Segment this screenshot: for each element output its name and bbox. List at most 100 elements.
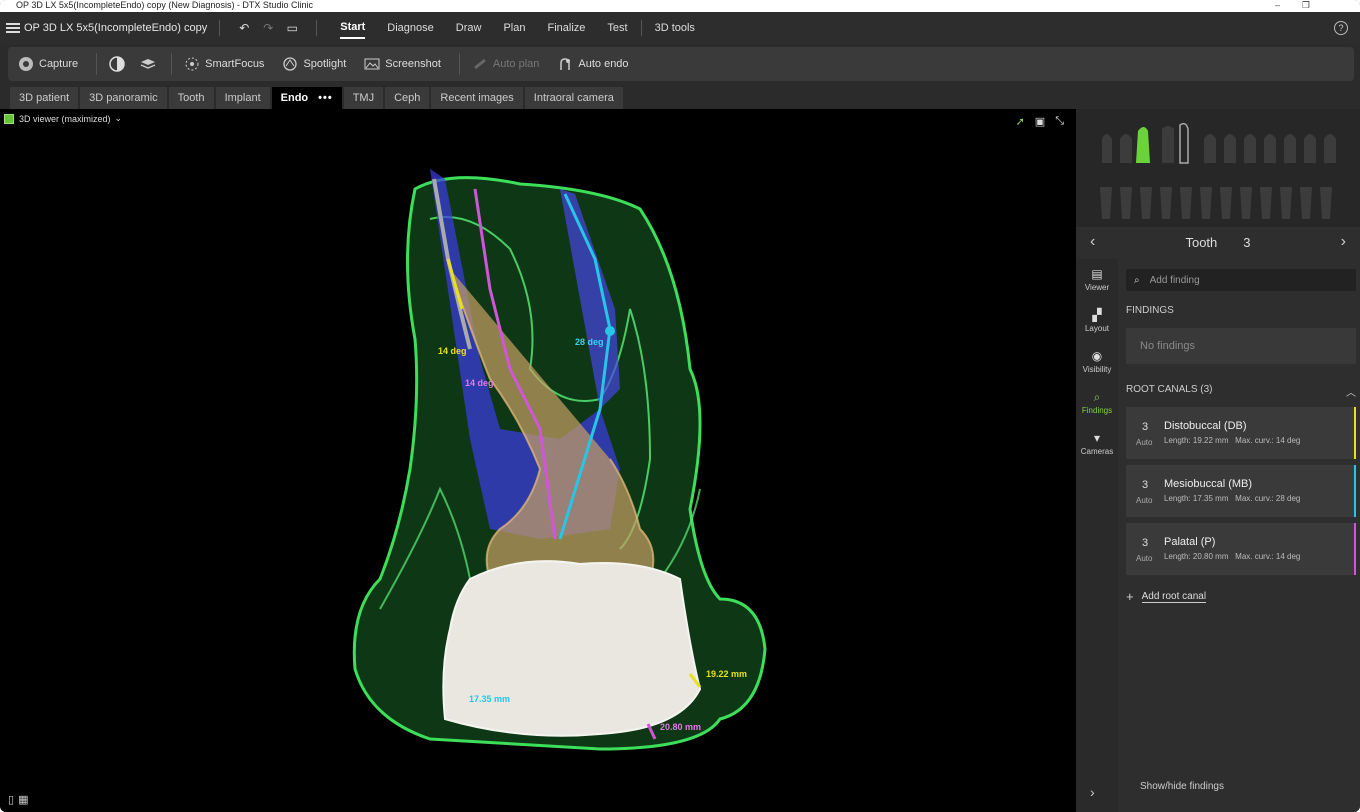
minimize-button[interactable]: – [1275,0,1280,10]
3d-viewer[interactable]: 3D viewer (maximized) ⌄ ➚ ▣ ⤡ 14 deg 14 … [0,109,1076,812]
more-icon[interactable]: ••• [318,92,333,104]
findings-content: ⌕ Add finding FINDINGS No findings ROOT … [1126,259,1356,604]
teeth-chart-graphic[interactable] [1076,109,1360,227]
side-tab-viewer-label: Viewer [1084,283,1110,292]
canal-tooth-number: 3 [1142,421,1149,433]
tab-tooth[interactable]: Tooth [168,87,214,109]
next-tooth-icon[interactable]: › [1341,233,1346,251]
cursor-icon[interactable]: ➚ [1016,115,1025,128]
document-title: OP 3D LX 5x5(IncompleteEndo) copy [24,22,208,34]
canal-tooth-number: 3 [1142,479,1149,491]
separator [96,53,98,75]
orientation-icon[interactable]: ▯ [8,794,18,806]
capture-label: Capture [39,58,79,70]
help-icon[interactable]: ? [1334,21,1348,35]
restore-view-icon[interactable]: ⤡ [1055,115,1064,128]
root-canals-title: ROOT CANALS (3) [1126,384,1213,395]
toolbar: Capture SmartFocus Spotlight Screenshot … [8,47,1354,81]
separator [171,53,173,75]
prev-tooth-icon[interactable]: ‹ [1090,233,1095,251]
tab-3d-patient[interactable]: 3D patient [10,87,79,109]
viewer-title-dropdown[interactable]: 3D viewer (maximized) ⌄ [4,113,122,124]
tab-3d-panoramic[interactable]: 3D panoramic [80,87,167,109]
tab-recent-images[interactable]: Recent images [431,87,523,109]
tab-endo[interactable]: Endo ••• [271,87,342,109]
separator [219,20,221,36]
undo-icon[interactable]: ↶ [234,18,254,38]
mb-length-label: 17.35 mm [469,694,511,704]
db-length-label: 19.22 mm [706,669,748,679]
layers-button[interactable] [140,56,161,72]
side-tab-findings[interactable]: ⌕ Findings [1076,390,1118,415]
side-tab-visibility-label: Visibility [1082,365,1112,374]
redo-icon[interactable]: ↷ [258,18,278,38]
add-root-canal-button[interactable]: + Add root canal [1126,589,1356,604]
add-finding-placeholder: Add finding [1149,274,1200,286]
canal-auto-label: Auto [1136,438,1153,447]
menu-draw[interactable]: Draw [456,18,482,38]
canal-name: Mesiobuccal (MB) [1164,478,1253,490]
screenshot-button[interactable]: Screenshot [364,56,441,72]
canal-curvature: Max. curv.: 14 deg [1235,552,1301,561]
auto-endo-button[interactable]: Auto endo [557,56,629,72]
side-tab-findings-label: Findings [1081,406,1113,415]
findings-title: FINDINGS [1126,305,1174,316]
tab-ceph[interactable]: Ceph [385,87,430,109]
screenshot-label: Screenshot [385,58,441,70]
chevron-up-icon[interactable]: ︿ [1346,384,1356,399]
spotlight-label: Spotlight [303,58,347,70]
auto-plan-button[interactable]: Auto plan [472,56,539,72]
tab-implant[interactable]: Implant [215,87,270,109]
dental-chart[interactable] [1076,109,1360,227]
add-finding-input[interactable]: ⌕ Add finding [1126,269,1356,291]
tab-endo-label: Endo [280,92,309,104]
menu-start[interactable]: Start [340,17,366,39]
root-canal-card[interactable]: 3 Auto Distobuccal (DB) Length: 19.22 mm… [1126,407,1356,459]
canal-color-bar [1354,407,1356,459]
selected-tooth-icon [1136,127,1150,163]
canal-meta: Length: 17.35 mm Max. curv.: 28 deg [1164,494,1300,503]
menu-diagnose[interactable]: Diagnose [387,18,433,38]
show-hide-findings-button[interactable]: Show/hide findings [1140,781,1224,792]
side-tab-layout-label: Layout [1084,324,1110,333]
aperture-icon [18,56,34,72]
menu-test[interactable]: Test [607,18,627,38]
fit-view-icon[interactable]: ▣ [1035,115,1045,128]
canal-length: Length: 20.80 mm [1164,552,1229,561]
menu-bar: OP 3D LX 5x5(IncompleteEndo) copy ↶ ↷ ▭ … [0,12,1360,44]
camera-icon: ▾ [1093,431,1101,445]
side-tab-cameras-label: Cameras [1080,447,1114,456]
canal-curvature: Max. curv.: 28 deg [1235,494,1301,503]
plus-icon: + [1126,589,1134,604]
root-canal-card[interactable]: 3 Auto Mesiobuccal (MB) Length: 17.35 mm… [1126,465,1356,517]
canal-length: Length: 17.35 mm [1164,494,1229,503]
hamburger-menu-icon[interactable] [6,23,20,33]
capture-button[interactable]: Capture [18,56,78,72]
menu-plan[interactable]: Plan [503,18,525,38]
side-tab-layout[interactable]: ▞ Layout [1076,308,1118,333]
p-angle-label: 14 deg [465,378,494,388]
root-canals-header[interactable]: ROOT CANALS (3) ︿ [1126,384,1356,399]
spotlight-button[interactable]: Spotlight [282,56,346,72]
canal-curvature: Max. curv.: 14 deg [1235,436,1301,445]
side-tab-viewer[interactable]: ▤ Viewer [1076,267,1118,292]
tooth-label: Tooth [1185,234,1218,250]
side-tab-visibility[interactable]: ◉ Visibility [1076,349,1118,374]
side-tab-cameras[interactable]: ▾ Cameras [1076,431,1118,456]
viewer-title-label: 3D viewer (maximized) [19,113,111,124]
smartfocus-button[interactable]: SmartFocus [184,56,264,72]
tooth-3d-render[interactable] [0,109,1076,812]
maximize-button[interactable]: ❐ [1302,0,1310,10]
menu-3d-tools[interactable]: 3D tools [655,18,695,38]
tab-tmj[interactable]: TMJ [343,87,384,109]
menu-finalize[interactable]: Finalize [547,18,585,38]
contrast-button[interactable] [109,56,130,72]
auto-plan-label: Auto plan [492,58,540,70]
collapse-panel-icon[interactable]: › [1090,784,1095,800]
tab-intraoral-camera[interactable]: Intraoral camera [524,87,623,109]
history-icon[interactable]: ▭ [282,18,302,38]
root-canal-card[interactable]: 3 Auto Palatal (P) Length: 20.80 mm Max.… [1126,523,1356,575]
tooth-number: 3 [1243,234,1251,250]
teeth-icon[interactable]: ▦ [18,794,32,806]
findings-header: FINDINGS [1126,305,1356,316]
